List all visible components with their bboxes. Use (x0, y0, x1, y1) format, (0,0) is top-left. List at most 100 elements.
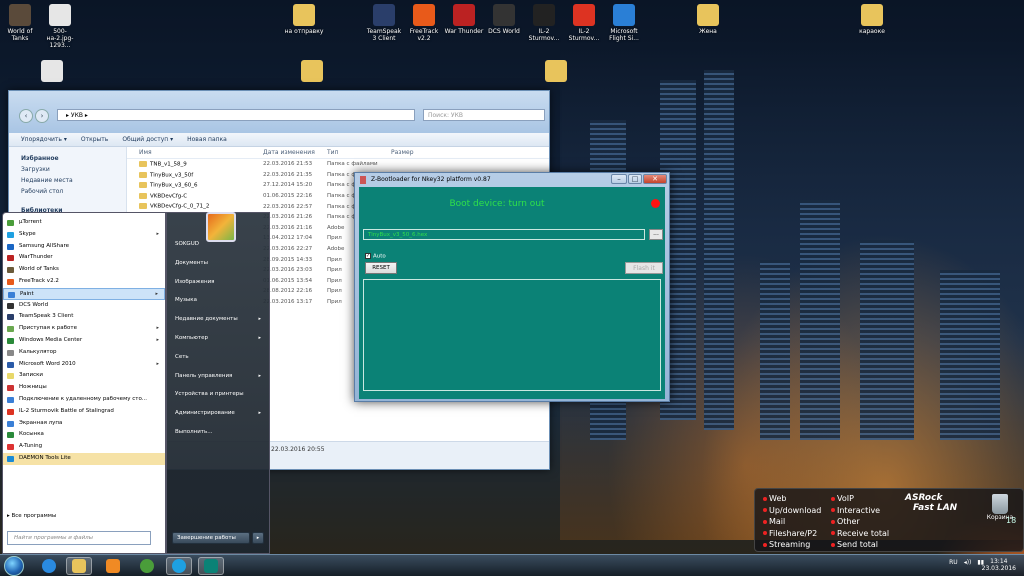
start-menu-place[interactable]: Недавние документы ▸ (167, 310, 269, 329)
start-menu-place[interactable]: Сеть (167, 348, 269, 367)
auto-checkbox[interactable]: ✓ Auto (365, 253, 386, 260)
start-menu-item[interactable]: IL-2 Sturmovik Battle of Stalingrad (3, 406, 165, 418)
reset-button[interactable]: RESET (365, 262, 397, 274)
sidebar-item-desktop[interactable]: Рабочий стол (9, 186, 126, 197)
app-icon (373, 4, 395, 26)
column-name[interactable]: Имя (127, 149, 263, 156)
start-menu-place[interactable]: Компьютер ▸ (167, 329, 269, 348)
all-programs-button[interactable]: ▸ Все программы (7, 513, 56, 519)
user-picture[interactable] (206, 212, 236, 242)
desktop-icon[interactable] (536, 60, 576, 84)
table-row[interactable]: TNB_v1_58_9 22.03.2016 21:53 Папка с файла… (127, 159, 549, 170)
desktop-icon[interactable]: FreeTrack v2.2 (404, 4, 444, 42)
firmware-path-field[interactable]: TinyBux_v3_50_6.hex (363, 229, 645, 240)
start-menu-item[interactable]: Windows Media Center ▸ (3, 335, 165, 347)
start-menu-item[interactable]: FreeTrack v2.2 (3, 276, 165, 288)
start-menu-item[interactable]: Косынка (3, 429, 165, 441)
taskbar-ie[interactable] (36, 557, 62, 575)
start-menu-place[interactable]: Администрирование ▸ (167, 404, 269, 423)
start-menu-item[interactable]: Калькулятор (3, 347, 165, 359)
app-icon (7, 302, 14, 309)
start-menu-place[interactable]: Музыка (167, 291, 269, 310)
back-button[interactable]: ‹ (19, 109, 33, 123)
start-menu-item[interactable]: Ножницы (3, 382, 165, 394)
column-type[interactable]: Тип (327, 149, 391, 156)
new-folder-button[interactable]: Новая папка (187, 136, 227, 143)
start-menu-item[interactable]: WarThunder (3, 252, 165, 264)
explorer-titlebar[interactable]: ‹ › ▸ УКВ ▸ Поиск: УКВ (9, 91, 549, 133)
desktop-icon[interactable]: Microsoft Flight Si... (604, 4, 644, 42)
start-menu-item[interactable]: Подключение к удаленному рабочему сто... (3, 394, 165, 406)
shutdown-options-button[interactable]: ▸ (252, 532, 264, 544)
start-search-input[interactable]: Найти программы и файлы (7, 531, 151, 545)
sidebar-item-recent[interactable]: Недавние места (9, 175, 126, 186)
start-menu-item[interactable]: TeamSpeak 3 Client (3, 311, 165, 323)
volume-icon[interactable]: ◂)) (964, 559, 972, 566)
desktop-icon-label: Microsoft Flight Si... (609, 28, 639, 42)
share-button[interactable]: Общий доступ ▾ (122, 136, 173, 143)
organize-button[interactable]: Упорядочить ▾ (21, 136, 67, 143)
minimize-button[interactable]: – (611, 174, 627, 184)
start-menu-item[interactable]: Microsoft Word 2010 ▸ (3, 359, 165, 371)
start-menu-place[interactable]: Документы (167, 254, 269, 273)
sidebar-item-downloads[interactable]: Загрузки (9, 164, 126, 175)
open-button[interactable]: Открыть (81, 136, 108, 143)
maximize-button[interactable]: □ (628, 174, 642, 184)
desktop-icon[interactable]: TeamSpeak 3 Client (364, 4, 404, 42)
start-menu-item[interactable]: Skype ▸ (3, 229, 165, 241)
desktop-icon[interactable] (292, 60, 332, 84)
start-menu-item[interactable]: DAEMON Tools Lite (3, 452, 165, 465)
start-menu-place[interactable]: Панель управления ▸ (167, 367, 269, 386)
start-menu-item[interactable]: Samsung AllShare (3, 241, 165, 253)
start-menu-item[interactable]: Записки (3, 370, 165, 382)
start-menu-item[interactable]: Экранная лупа (3, 418, 165, 430)
app-icon (7, 243, 14, 250)
desktop-icon[interactable] (32, 60, 72, 84)
bootloader-titlebar[interactable]: Z-Bootloader for Nkey32 platform v0.87 –… (355, 173, 669, 187)
start-menu-item-label: Samsung AllShare (19, 242, 69, 249)
start-menu-item[interactable]: A-Tuning (3, 441, 165, 453)
column-date[interactable]: Дата изменения (263, 149, 327, 156)
forward-button[interactable]: › (35, 109, 49, 123)
desktop-icon[interactable]: Жена (688, 4, 728, 35)
status-led-icon (651, 199, 660, 208)
desktop-icon[interactable]: DCS World (484, 4, 524, 35)
start-menu-place[interactable]: Изображения (167, 273, 269, 292)
desktop-icon[interactable]: караоке (852, 4, 892, 35)
desktop-icon[interactable]: World of Tanks (0, 4, 40, 42)
start-menu-place[interactable]: Выполнить... (167, 423, 269, 442)
log-output[interactable] (363, 279, 661, 391)
app-icon (7, 314, 14, 321)
start-menu-item[interactable]: Приступая к работе ▸ (3, 323, 165, 335)
taskbar-bootloader[interactable] (198, 557, 224, 575)
taskbar-explorer[interactable] (66, 557, 92, 575)
desktop-icon[interactable]: на отправку (284, 4, 324, 35)
shutdown-button[interactable]: Завершение работы (172, 532, 250, 544)
start-menu-item[interactable]: µTorrent (3, 217, 165, 229)
chevron-right-icon: ▸ (258, 410, 261, 417)
bootloader-window[interactable]: Z-Bootloader for Nkey32 platform v0.87 –… (354, 172, 670, 402)
start-menu-item[interactable]: World of Tanks (3, 264, 165, 276)
start-menu-item[interactable]: DCS World (3, 300, 165, 312)
desktop-icon[interactable]: War Thunder (444, 4, 484, 35)
search-input[interactable]: Поиск: УКВ (423, 109, 545, 121)
close-button[interactable]: ✕ (643, 174, 667, 184)
desktop-icon[interactable]: IL-2 Sturmov... (524, 4, 564, 42)
start-menu-item[interactable]: Paint ▸ (3, 287, 165, 300)
start-button[interactable] (4, 556, 24, 576)
auto-label: Auto (373, 253, 386, 260)
desktop-icon[interactable]: 500-на-2.jpg-1293... (40, 4, 80, 49)
flash-button[interactable]: Flash it (625, 262, 663, 274)
browse-button[interactable]: ... (649, 229, 663, 240)
start-menu-place[interactable]: Устройства и принтеры (167, 385, 269, 404)
taskbar-skype[interactable] (166, 557, 192, 575)
address-bar[interactable]: ▸ УКВ ▸ (57, 109, 415, 121)
bootloader-title: Z-Bootloader for Nkey32 platform v0.87 (371, 176, 491, 183)
taskbar-media[interactable] (100, 557, 126, 575)
language-indicator[interactable]: RU (949, 559, 958, 566)
column-size[interactable]: Размер (391, 149, 451, 156)
desktop-icon[interactable]: IL-2 Sturmov... (564, 4, 604, 42)
taskbar-utorrent[interactable] (134, 557, 160, 575)
clock[interactable]: 13:14 23.03.2016 (982, 558, 1016, 572)
sidebar-item-favorites[interactable]: Избранное (9, 153, 126, 164)
